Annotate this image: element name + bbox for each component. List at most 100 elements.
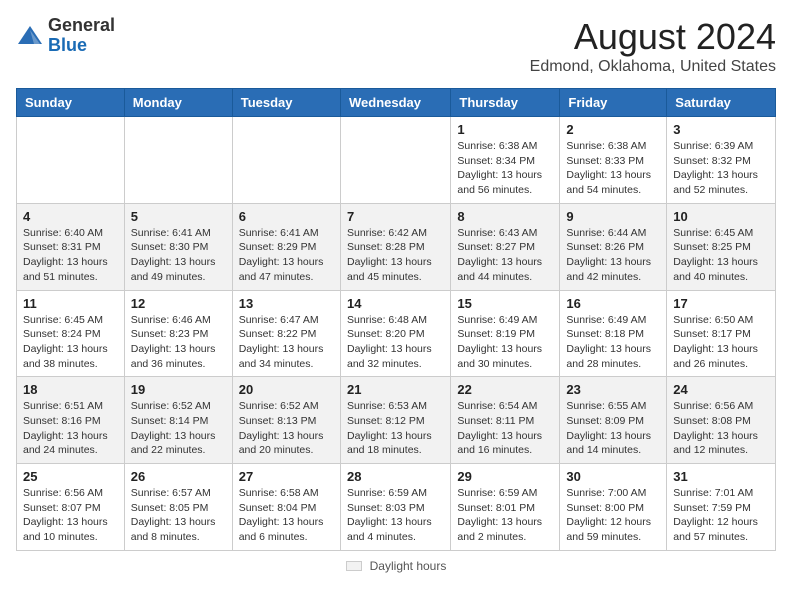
calendar-cell	[124, 117, 232, 204]
col-header-saturday: Saturday	[667, 89, 776, 117]
day-info: Sunrise: 7:00 AMSunset: 8:00 PMDaylight:…	[566, 486, 660, 545]
calendar-cell: 15Sunrise: 6:49 AMSunset: 8:19 PMDayligh…	[451, 290, 560, 377]
day-info: Sunrise: 6:52 AMSunset: 8:14 PMDaylight:…	[131, 399, 226, 458]
month-title: August 2024	[530, 16, 776, 58]
day-number: 12	[131, 296, 226, 311]
day-number: 5	[131, 209, 226, 224]
calendar-cell: 4Sunrise: 6:40 AMSunset: 8:31 PMDaylight…	[17, 203, 125, 290]
calendar-cell: 30 Sunrise: 7:00 AMSunset: 8:00 PMDayligh…	[560, 464, 667, 551]
calendar-cell: 24 Sunrise: 6:56 AMSunset: 8:08 PMDayligh…	[667, 377, 776, 464]
day-info: Sunrise: 6:43 AMSunset: 8:27 PMDaylight:…	[457, 226, 553, 285]
calendar-footer: Daylight hours	[16, 559, 776, 573]
day-info: Sunrise: 6:38 AMSunset: 8:34 PMDaylight:…	[457, 139, 553, 198]
day-info: Sunrise: 6:59 AMSunset: 8:03 PMDaylight:…	[347, 486, 444, 545]
day-info: Sunrise: 6:58 AMSunset: 8:04 PMDaylight:…	[239, 486, 334, 545]
day-info: Sunrise: 6:56 AMSunset: 8:07 PMDaylight:…	[23, 486, 118, 545]
calendar-week-row: 25 Sunrise: 6:56 AMSunset: 8:07 PMDayligh…	[17, 464, 776, 551]
day-number: 30	[566, 469, 660, 484]
logo-general: General	[48, 16, 115, 36]
calendar-week-row: 18Sunrise: 6:51 AMSunset: 8:16 PMDayligh…	[17, 377, 776, 464]
calendar-cell: 22 Sunrise: 6:54 AMSunset: 8:11 PMDayligh…	[451, 377, 560, 464]
day-number: 13	[239, 296, 334, 311]
day-info: Sunrise: 6:46 AMSunset: 8:23 PMDaylight:…	[131, 313, 226, 372]
calendar-cell	[340, 117, 450, 204]
day-info: Sunrise: 6:45 AMSunset: 8:24 PMDaylight:…	[23, 313, 118, 372]
day-number: 15	[457, 296, 553, 311]
col-header-friday: Friday	[560, 89, 667, 117]
day-info: Sunrise: 6:54 AMSunset: 8:11 PMDaylight:…	[457, 399, 553, 458]
calendar-cell: 19 Sunrise: 6:52 AMSunset: 8:14 PMDayligh…	[124, 377, 232, 464]
daylight-label: Daylight hours	[370, 559, 447, 573]
day-info: Sunrise: 6:42 AMSunset: 8:28 PMDaylight:…	[347, 226, 444, 285]
day-info: Sunrise: 6:53 AMSunset: 8:12 PMDaylight:…	[347, 399, 444, 458]
day-number: 9	[566, 209, 660, 224]
day-number: 21	[347, 382, 444, 397]
calendar-cell: 7Sunrise: 6:42 AMSunset: 8:28 PMDaylight…	[340, 203, 450, 290]
day-number: 23	[566, 382, 660, 397]
calendar-cell: 28 Sunrise: 6:59 AMSunset: 8:03 PMDayligh…	[340, 464, 450, 551]
day-number: 22	[457, 382, 553, 397]
day-info: Sunrise: 6:56 AMSunset: 8:08 PMDaylight:…	[673, 399, 769, 458]
day-number: 25	[23, 469, 118, 484]
day-info: Sunrise: 6:55 AMSunset: 8:09 PMDaylight:…	[566, 399, 660, 458]
day-number: 26	[131, 469, 226, 484]
day-info: Sunrise: 6:52 AMSunset: 8:13 PMDaylight:…	[239, 399, 334, 458]
calendar-cell: 27 Sunrise: 6:58 AMSunset: 8:04 PMDayligh…	[232, 464, 340, 551]
logo-text: General Blue	[48, 16, 115, 56]
title-area: August 2024 Edmond, Oklahoma, United Sta…	[530, 16, 776, 76]
calendar-cell: 9 Sunrise: 6:44 AMSunset: 8:26 PMDaylight…	[560, 203, 667, 290]
col-header-wednesday: Wednesday	[340, 89, 450, 117]
calendar-cell: 13 Sunrise: 6:47 AMSunset: 8:22 PMDayligh…	[232, 290, 340, 377]
day-number: 28	[347, 469, 444, 484]
day-number: 31	[673, 469, 769, 484]
day-info: Sunrise: 6:44 AMSunset: 8:26 PMDaylight:…	[566, 226, 660, 285]
page-header: General Blue August 2024 Edmond, Oklahom…	[16, 16, 776, 76]
calendar-cell: 21 Sunrise: 6:53 AMSunset: 8:12 PMDayligh…	[340, 377, 450, 464]
day-number: 17	[673, 296, 769, 311]
day-number: 24	[673, 382, 769, 397]
calendar-cell: 31 Sunrise: 7:01 AMSunset: 7:59 PMDayligh…	[667, 464, 776, 551]
day-number: 19	[131, 382, 226, 397]
day-info: Sunrise: 6:59 AMSunset: 8:01 PMDaylight:…	[457, 486, 553, 545]
daylight-swatch	[346, 561, 362, 571]
day-info: Sunrise: 6:47 AMSunset: 8:22 PMDaylight:…	[239, 313, 334, 372]
day-info: Sunrise: 6:57 AMSunset: 8:05 PMDaylight:…	[131, 486, 226, 545]
day-number: 1	[457, 122, 553, 137]
calendar-cell: 5Sunrise: 6:41 AMSunset: 8:30 PMDaylight…	[124, 203, 232, 290]
logo-blue: Blue	[48, 36, 115, 56]
col-header-monday: Monday	[124, 89, 232, 117]
calendar-cell: 17 Sunrise: 6:50 AMSunset: 8:17 PMDayligh…	[667, 290, 776, 377]
calendar-cell: 23 Sunrise: 6:55 AMSunset: 8:09 PMDayligh…	[560, 377, 667, 464]
calendar-cell: 3Sunrise: 6:39 AMSunset: 8:32 PMDaylight…	[667, 117, 776, 204]
logo: General Blue	[16, 16, 115, 56]
calendar-week-row: 1 Sunrise: 6:38 AMSunset: 8:34 PMDaylight…	[17, 117, 776, 204]
calendar-cell: 29 Sunrise: 6:59 AMSunset: 8:01 PMDayligh…	[451, 464, 560, 551]
day-number: 11	[23, 296, 118, 311]
day-info: Sunrise: 7:01 AMSunset: 7:59 PMDaylight:…	[673, 486, 769, 545]
calendar-week-row: 11 Sunrise: 6:45 AMSunset: 8:24 PMDayligh…	[17, 290, 776, 377]
day-number: 6	[239, 209, 334, 224]
day-info: Sunrise: 6:45 AMSunset: 8:25 PMDaylight:…	[673, 226, 769, 285]
calendar-table: SundayMondayTuesdayWednesdayThursdayFrid…	[16, 88, 776, 551]
day-number: 14	[347, 296, 444, 311]
day-number: 29	[457, 469, 553, 484]
calendar-cell: 2Sunrise: 6:38 AMSunset: 8:33 PMDaylight…	[560, 117, 667, 204]
calendar-cell: 25 Sunrise: 6:56 AMSunset: 8:07 PMDayligh…	[17, 464, 125, 551]
day-number: 10	[673, 209, 769, 224]
calendar-cell: 8Sunrise: 6:43 AMSunset: 8:27 PMDaylight…	[451, 203, 560, 290]
col-header-thursday: Thursday	[451, 89, 560, 117]
calendar-cell: 16Sunrise: 6:49 AMSunset: 8:18 PMDayligh…	[560, 290, 667, 377]
calendar-cell: 20Sunrise: 6:52 AMSunset: 8:13 PMDayligh…	[232, 377, 340, 464]
day-number: 27	[239, 469, 334, 484]
calendar-week-row: 4Sunrise: 6:40 AMSunset: 8:31 PMDaylight…	[17, 203, 776, 290]
logo-icon	[16, 22, 44, 50]
day-info: Sunrise: 6:50 AMSunset: 8:17 PMDaylight:…	[673, 313, 769, 372]
day-info: Sunrise: 6:48 AMSunset: 8:20 PMDaylight:…	[347, 313, 444, 372]
calendar-cell: 1 Sunrise: 6:38 AMSunset: 8:34 PMDaylight…	[451, 117, 560, 204]
calendar-cell: 10 Sunrise: 6:45 AMSunset: 8:25 PMDayligh…	[667, 203, 776, 290]
day-number: 16	[566, 296, 660, 311]
calendar-cell	[17, 117, 125, 204]
day-info: Sunrise: 6:39 AMSunset: 8:32 PMDaylight:…	[673, 139, 769, 198]
day-number: 18	[23, 382, 118, 397]
calendar-cell: 26 Sunrise: 6:57 AMSunset: 8:05 PMDayligh…	[124, 464, 232, 551]
